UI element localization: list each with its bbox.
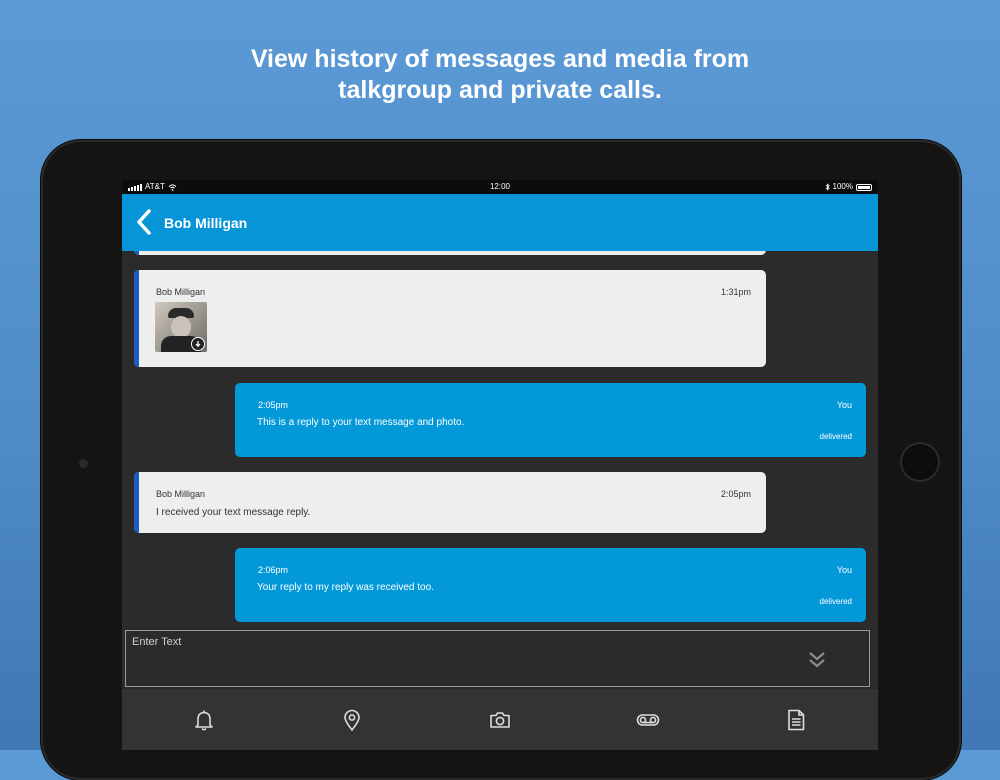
message-bubble-outgoing[interactable]: 2:06pm You Your reply to my reply was re… [235,548,866,622]
delivery-status: delivered [819,597,852,606]
tablet-home-button[interactable] [900,442,940,482]
tab-bar [122,690,878,750]
promo-headline-line2: talkgroup and private calls. [338,76,662,104]
message-text: Your reply to my reply was received too. [257,582,434,593]
voicemail-icon [636,714,660,726]
expand-chevrons-icon[interactable] [807,650,827,670]
document-icon [788,709,805,731]
bell-icon [195,710,213,731]
back-button[interactable] [134,207,154,237]
nav-bar: Bob Milligan [122,194,878,251]
message-bubble-incoming[interactable]: Bob Milligan 1:31pm [134,270,766,367]
tab-alerts[interactable] [192,708,216,732]
message-sender: Bob Milligan [156,489,206,499]
message-time: 2:05pm [258,400,289,410]
conversation-title: Bob Milligan [164,215,248,231]
tab-documents[interactable] [784,708,808,732]
battery-percent: 100% [832,182,853,191]
tab-voicemail[interactable] [636,708,660,732]
delivery-status: delivered [819,432,852,441]
message-sender: You [836,565,852,575]
message-sender: You [836,400,852,410]
promo-headline-line1: View history of messages and media from [250,45,750,73]
status-time: 12:00 [489,182,511,191]
message-text: This is a reply to your text message and… [257,417,465,428]
battery-icon [856,183,872,191]
message-list[interactable]: Bob Milligan 1:31pm 2:05pm You This is a… [122,251,878,630]
tab-location[interactable] [340,708,364,732]
message-composer[interactable]: Enter Text [125,630,870,687]
message-time: 2:06pm [258,565,289,575]
message-time: 2:05pm [720,489,751,499]
message-text: I received your text message reply. [156,507,311,518]
app-screen: AT&T 12:00 100% Bob Milligan Bob Milliga… [122,180,878,750]
message-time: 1:31pm [720,287,751,297]
message-input[interactable] [126,631,869,686]
message-bubble-partial[interactable] [134,251,766,255]
message-bubble-outgoing[interactable]: 2:05pm You This is a reply to your text … [235,383,866,457]
tablet-camera [79,459,88,468]
status-bar: AT&T 12:00 100% [122,180,878,194]
chevron-left-icon [137,209,151,235]
download-icon[interactable] [191,337,205,351]
photo-thumbnail[interactable] [155,302,207,352]
camera-icon [490,712,510,728]
bluetooth-icon [825,183,830,191]
message-bubble-incoming[interactable]: Bob Milligan 2:05pm I received your text… [134,472,766,533]
message-sender: Bob Milligan [156,287,206,297]
promo-headline: View history of messages and media from … [0,44,1000,106]
tab-camera[interactable] [488,708,512,732]
status-right: 100% [825,180,872,194]
location-pin-icon [344,709,360,732]
